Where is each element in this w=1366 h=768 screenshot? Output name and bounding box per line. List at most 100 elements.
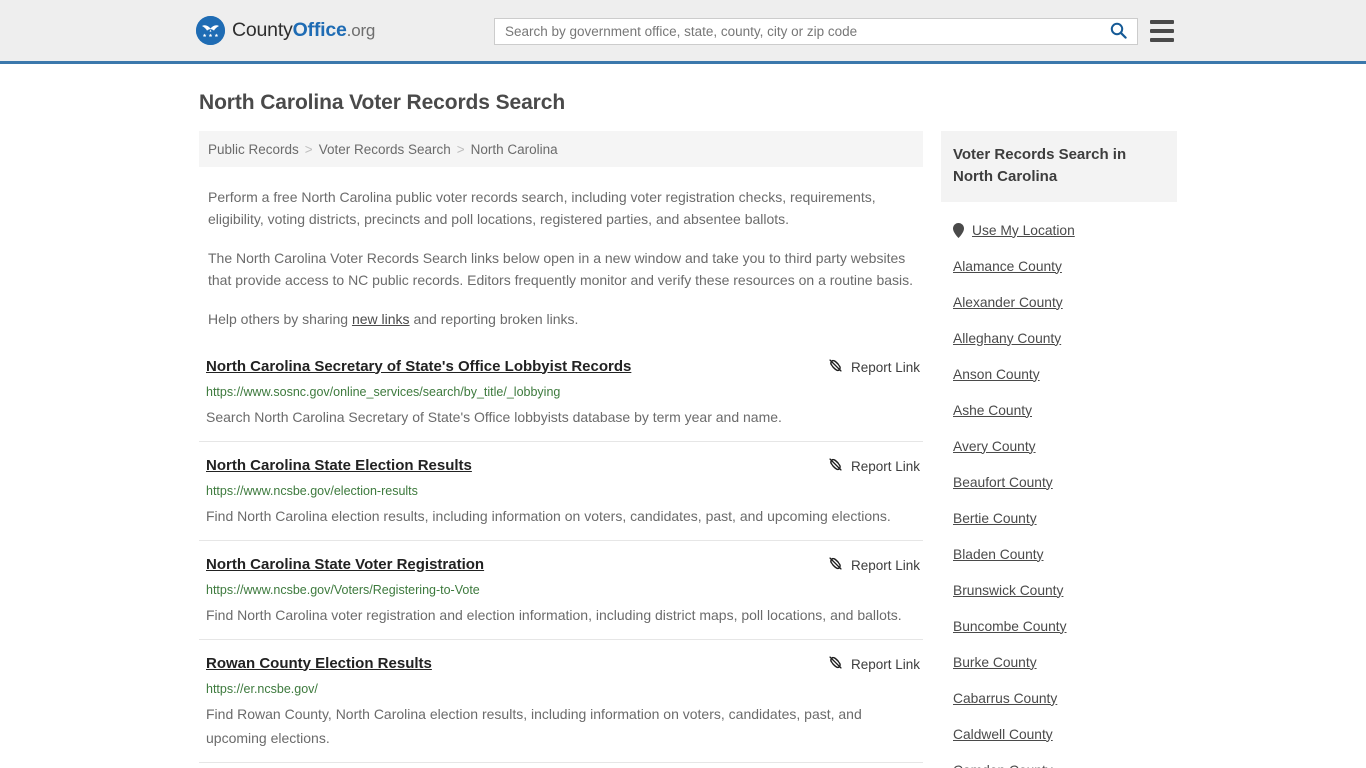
broken-link-icon xyxy=(828,556,843,576)
intro-p3-suffix: and reporting broken links. xyxy=(409,311,579,327)
report-link-label: Report Link xyxy=(850,459,920,474)
search-icon xyxy=(1110,22,1127,42)
hamburger-bar-1 xyxy=(1150,20,1174,24)
county-label: Beaufort County xyxy=(953,474,1053,490)
county-label: Brunswick County xyxy=(953,582,1064,598)
county-label: Anson County xyxy=(953,366,1040,382)
search-bar xyxy=(494,18,1138,45)
sidebar-item-county[interactable]: Alleghany County xyxy=(953,320,1177,356)
sidebar-item-county[interactable]: Buncombe County xyxy=(953,608,1177,644)
logo-text-office: Office xyxy=(292,18,347,41)
report-link-label: Report Link xyxy=(850,360,920,375)
result-header: North Carolina State Voter Registration xyxy=(206,555,923,576)
report-link-button[interactable]: Report Link xyxy=(828,655,923,675)
use-my-location-label: Use My Location xyxy=(972,222,1075,238)
sidebar: Voter Records Search in North Carolina U… xyxy=(941,131,1177,768)
sidebar-item-county[interactable]: Bladen County xyxy=(953,536,1177,572)
sidebar-links: Use My Location Alamance County Alexande… xyxy=(941,202,1177,768)
result-url: https://www.ncsbe.gov/election-results xyxy=(206,483,418,498)
result-description: Search North Carolina Secretary of State… xyxy=(206,408,782,425)
result-description: Find Rowan County, North Carolina electi… xyxy=(206,705,862,746)
result-header: Rowan County Election Results Report Lin… xyxy=(206,654,923,675)
result-item: North Carolina State Election Results Re… xyxy=(199,442,923,541)
report-link-button[interactable]: Report Link xyxy=(828,457,923,477)
result-header: North Carolina Secretary of State's Offi… xyxy=(206,357,923,378)
county-label: Alexander County xyxy=(953,294,1063,310)
hamburger-menu-icon[interactable] xyxy=(1150,20,1174,42)
result-title-link[interactable]: Rowan County Election Results xyxy=(206,654,432,674)
county-label: Alamance County xyxy=(953,258,1062,274)
breadcrumb-item-voter-records-search[interactable]: Voter Records Search xyxy=(319,142,451,157)
results-list: North Carolina Secretary of State's Offi… xyxy=(199,353,923,768)
map-pin-icon xyxy=(953,222,964,238)
content-columns: Public Records > Voter Records Search > … xyxy=(193,131,1177,768)
intro-p3-prefix: Help others by sharing xyxy=(208,311,352,327)
breadcrumb-item-public-records[interactable]: Public Records xyxy=(208,142,299,157)
sidebar-item-county[interactable]: Ashe County xyxy=(953,392,1177,428)
county-label: Camden County xyxy=(953,763,1053,768)
result-title-link[interactable]: North Carolina State Election Results xyxy=(206,456,472,476)
breadcrumb-item-north-carolina: North Carolina xyxy=(470,141,558,157)
report-link-label: Report Link xyxy=(850,657,920,672)
search-input[interactable] xyxy=(495,19,1099,44)
sidebar-item-county[interactable]: Cabarrus County xyxy=(953,680,1177,716)
broken-link-icon xyxy=(828,457,843,477)
breadcrumb-separator-2: > xyxy=(456,141,465,157)
eagle-shield-logo-icon xyxy=(196,16,225,45)
page-title: North Carolina Voter Records Search xyxy=(199,91,566,114)
county-label: Ashe County xyxy=(953,402,1032,418)
site-header: CountyOffice.org xyxy=(0,0,1366,64)
result-item: Rowan County Election Results Report Lin… xyxy=(199,640,923,763)
sidebar-item-county[interactable]: Caldwell County xyxy=(953,716,1177,752)
sidebar-item-county[interactable]: Brunswick County xyxy=(953,572,1177,608)
sidebar-item-county[interactable]: Bertie County xyxy=(953,500,1177,536)
intro-text: Perform a free North Carolina public vot… xyxy=(199,187,923,331)
hamburger-bar-2 xyxy=(1150,29,1174,33)
result-url: https://www.ncsbe.gov/Voters/Registering… xyxy=(206,582,480,597)
hamburger-bar-3 xyxy=(1150,38,1174,42)
sidebar-item-county[interactable]: Beaufort County xyxy=(953,464,1177,500)
site-logo[interactable]: CountyOffice.org xyxy=(196,16,375,45)
result-url: https://www.sosnc.gov/online_services/se… xyxy=(206,384,561,399)
breadcrumb: Public Records > Voter Records Search > … xyxy=(199,131,923,167)
county-label: Avery County xyxy=(953,438,1036,454)
result-item: Rowan County Voter Registration Re xyxy=(199,763,923,768)
result-url: https://er.ncsbe.gov/ xyxy=(206,681,318,696)
breadcrumb-separator-1: > xyxy=(304,141,313,157)
sidebar-title: Voter Records Search in North Carolina xyxy=(953,146,1127,185)
report-link-button[interactable]: Report Link xyxy=(828,556,923,576)
logo-text-county: County xyxy=(232,18,293,41)
result-item: North Carolina State Voter Registration xyxy=(199,541,923,640)
county-label: Alleghany County xyxy=(953,330,1062,346)
county-label: Burke County xyxy=(953,654,1037,670)
main-content: Public Records > Voter Records Search > … xyxy=(193,131,923,768)
intro-paragraph-3: Help others by sharing new links and rep… xyxy=(208,309,921,331)
report-link-button[interactable]: Report Link xyxy=(828,358,923,378)
sidebar-header: Voter Records Search in North Carolina xyxy=(941,131,1177,202)
county-label: Bertie County xyxy=(953,510,1037,526)
sidebar-item-use-my-location[interactable]: Use My Location xyxy=(953,212,1177,248)
sidebar-item-county[interactable]: Alexander County xyxy=(953,284,1177,320)
sidebar-item-county[interactable]: Anson County xyxy=(953,356,1177,392)
result-description: Find North Carolina voter registration a… xyxy=(206,606,902,623)
broken-link-icon xyxy=(828,358,843,378)
new-links-link[interactable]: new links xyxy=(352,311,410,327)
county-label: Buncombe County xyxy=(953,618,1067,634)
result-description: Find North Carolina election results, in… xyxy=(206,507,891,524)
logo-text-org: .org xyxy=(346,20,376,40)
county-label: Bladen County xyxy=(953,546,1044,562)
result-title-link[interactable]: North Carolina State Voter Registration xyxy=(206,555,484,575)
result-header: North Carolina State Election Results Re… xyxy=(206,456,923,477)
report-link-label: Report Link xyxy=(850,558,920,573)
result-title-link[interactable]: North Carolina Secretary of State's Offi… xyxy=(206,357,631,377)
intro-paragraph-2: The North Carolina Voter Records Search … xyxy=(208,250,914,288)
sidebar-item-county[interactable]: Avery County xyxy=(953,428,1177,464)
intro-paragraph-1: Perform a free North Carolina public vot… xyxy=(208,189,876,227)
sidebar-item-county[interactable]: Camden County xyxy=(953,752,1177,768)
broken-link-icon xyxy=(828,655,843,675)
logo-wordmark: CountyOffice.org xyxy=(232,18,376,41)
sidebar-item-county[interactable]: Alamance County xyxy=(953,248,1177,284)
sidebar-item-county[interactable]: Burke County xyxy=(953,644,1177,680)
search-button[interactable] xyxy=(1099,19,1137,44)
result-item: North Carolina Secretary of State's Offi… xyxy=(199,353,923,442)
